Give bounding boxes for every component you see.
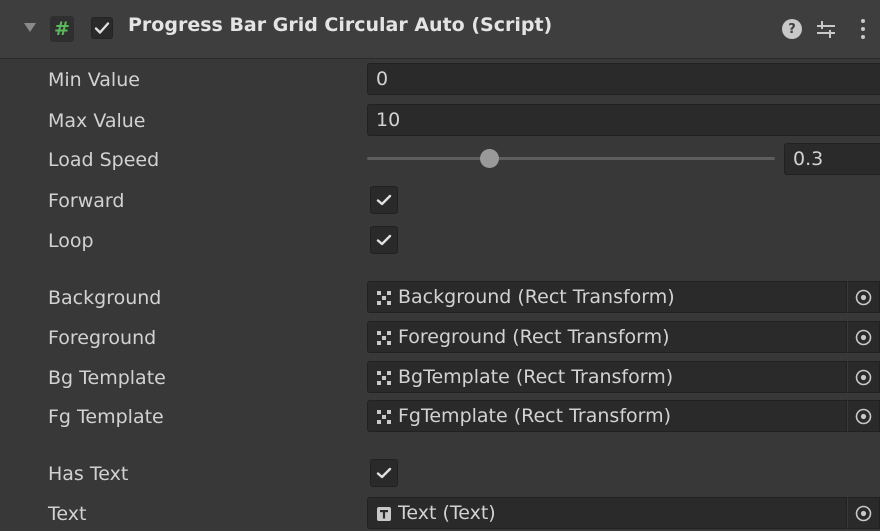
load-speed-input[interactable]: 0.3 [784, 143, 880, 175]
background-picker-button[interactable] [847, 281, 880, 313]
has-text-checkbox[interactable] [370, 459, 398, 487]
object-picker-icon [855, 369, 872, 386]
min-value-input[interactable]: 0 [367, 63, 880, 95]
checkmark-icon [94, 22, 110, 34]
object-picker-icon [855, 329, 872, 346]
object-picker-icon [855, 505, 872, 522]
help-icon[interactable]: ? [782, 19, 802, 39]
min-value-label: Min Value [48, 69, 140, 91]
load-speed-label: Load Speed [48, 149, 160, 171]
load-speed-slider-track[interactable] [367, 157, 775, 160]
background-label: Background [48, 287, 162, 309]
forward-checkbox[interactable] [370, 186, 398, 214]
foldout-arrow-icon[interactable] [24, 23, 36, 32]
component-header[interactable]: # Progress Bar Grid Circular Auto (Scrip… [0, 0, 880, 59]
object-picker-icon [855, 408, 872, 425]
fg-template-object-value: FgTemplate (Rect Transform) [398, 405, 672, 427]
max-value-input[interactable]: 10 [367, 104, 880, 136]
bg-template-object-value: BgTemplate (Rect Transform) [398, 366, 674, 388]
presets-sliders-icon[interactable] [815, 18, 837, 40]
text-picker-button[interactable] [847, 497, 880, 529]
bg-template-object-field[interactable]: BgTemplate (Rect Transform) [367, 361, 847, 393]
script-icon-glyph: # [54, 18, 70, 40]
kebab-menu-icon[interactable] [858, 17, 868, 41]
bg-template-label: Bg Template [48, 367, 166, 389]
background-object-value: Background (Rect Transform) [398, 286, 675, 308]
background-object-field[interactable]: Background (Rect Transform) [367, 281, 847, 313]
script-icon: # [50, 16, 74, 42]
bg-template-picker-button[interactable] [847, 361, 880, 393]
rect-transform-icon [377, 410, 391, 424]
foreground-object-value: Foreground (Rect Transform) [398, 326, 670, 348]
checkmark-icon [376, 234, 392, 246]
text-label: Text [48, 503, 87, 525]
help-icon-glyph: ? [788, 21, 796, 37]
rect-transform-icon [377, 291, 391, 305]
checkmark-icon [376, 194, 392, 206]
loop-label: Loop [48, 230, 94, 252]
foreground-label: Foreground [48, 327, 157, 349]
has-text-label: Has Text [48, 463, 129, 485]
component-enabled-checkbox[interactable] [91, 17, 113, 39]
checkmark-icon [376, 467, 392, 479]
text-component-icon [377, 507, 391, 521]
object-picker-icon [855, 289, 872, 306]
text-object-value: Text (Text) [398, 502, 496, 524]
foreground-picker-button[interactable] [847, 321, 880, 353]
foreground-object-field[interactable]: Foreground (Rect Transform) [367, 321, 847, 353]
loop-checkbox[interactable] [370, 226, 398, 254]
fg-template-label: Fg Template [48, 406, 164, 428]
fg-template-picker-button[interactable] [847, 400, 880, 432]
load-speed-slider-thumb[interactable] [480, 149, 500, 168]
max-value-label: Max Value [48, 110, 146, 132]
component-title: Progress Bar Grid Circular Auto (Script) [128, 14, 553, 36]
fg-template-object-field[interactable]: FgTemplate (Rect Transform) [367, 400, 847, 432]
forward-label: Forward [48, 190, 125, 212]
rect-transform-icon [377, 331, 391, 345]
text-object-field[interactable]: Text (Text) [367, 497, 847, 529]
rect-transform-icon [377, 371, 391, 385]
